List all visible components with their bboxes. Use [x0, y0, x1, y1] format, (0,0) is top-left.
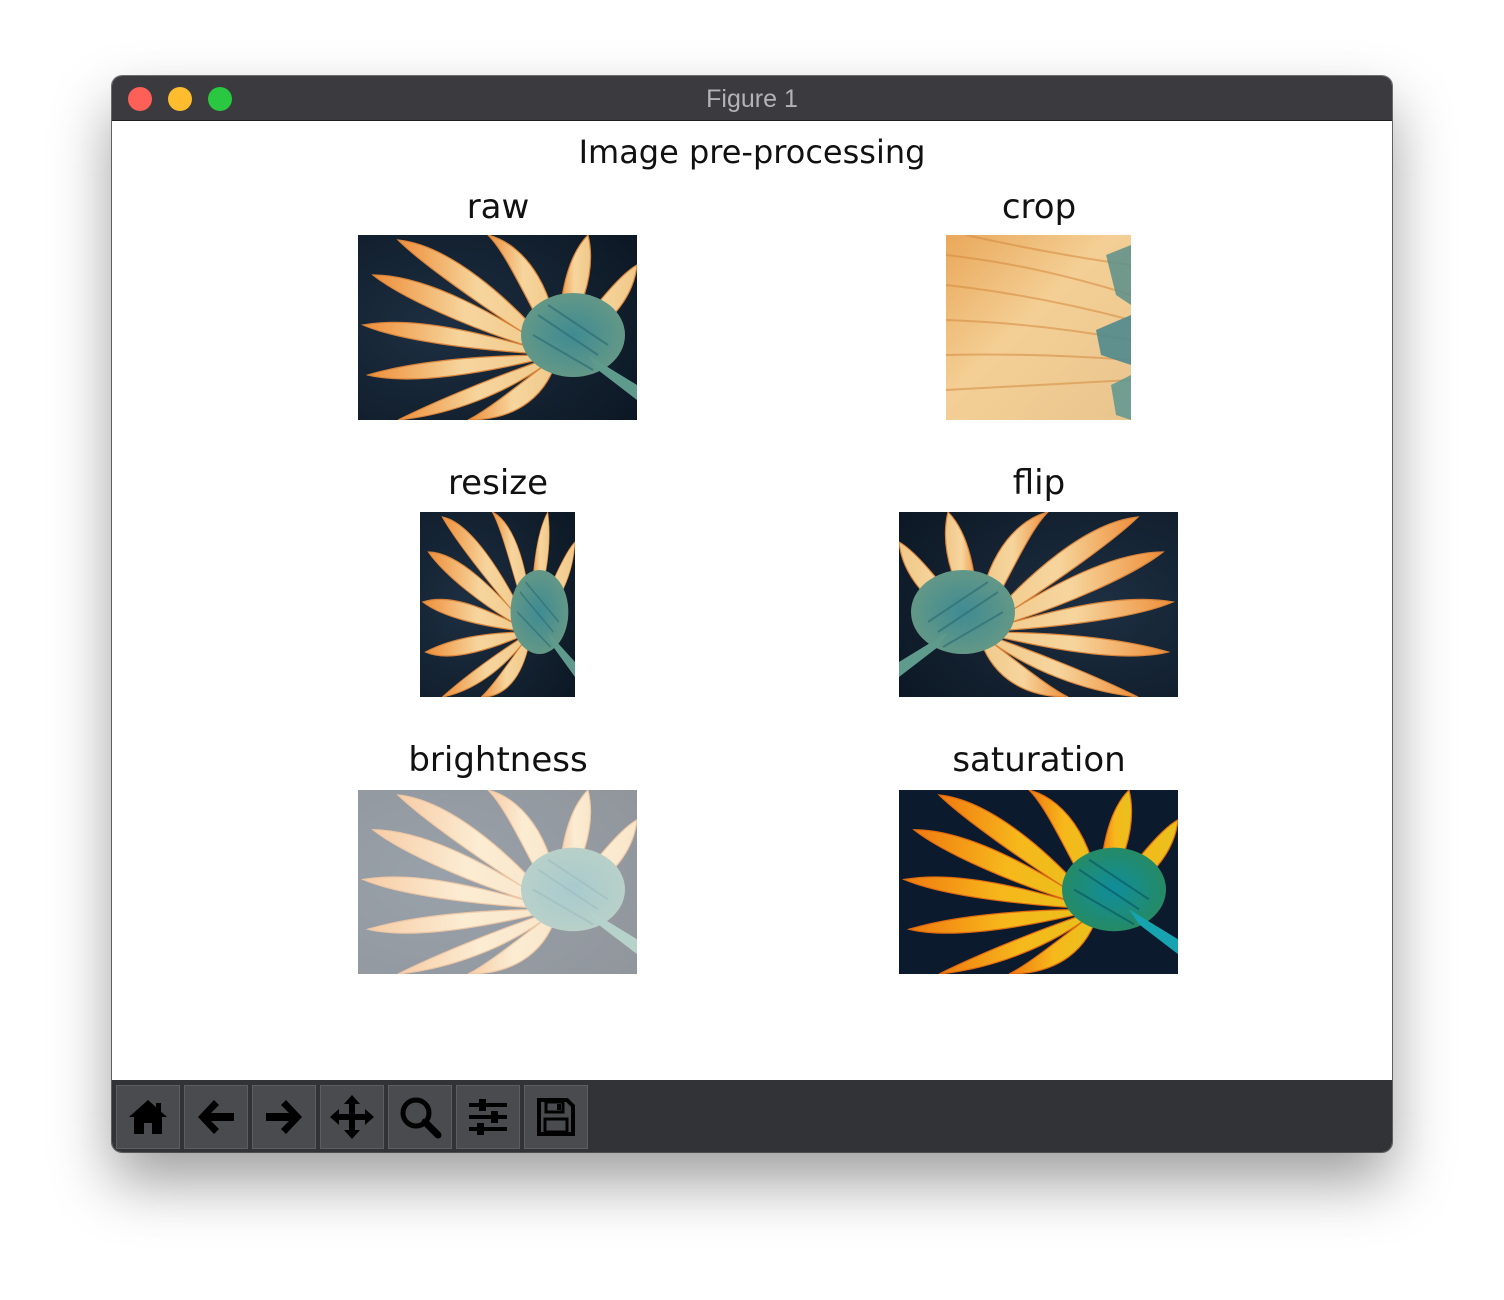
forward-arrow-icon — [266, 1100, 302, 1134]
image-resize — [420, 512, 575, 697]
figure-window: Figure 1 Image pre-processing raw crop r… — [112, 76, 1392, 1152]
zoom-button[interactable] — [388, 1085, 452, 1149]
panel-title-brightness: brightness — [408, 740, 588, 780]
configure-subplots-icon — [469, 1099, 507, 1135]
image-raw — [358, 235, 637, 420]
back-arrow-icon — [198, 1100, 234, 1134]
image-flip — [899, 512, 1178, 697]
figure-canvas[interactable]: Image pre-processing raw crop resize fli… — [112, 121, 1392, 1080]
panel-title-saturation: saturation — [952, 740, 1126, 780]
pan-button[interactable] — [320, 1085, 384, 1149]
image-saturation — [899, 790, 1178, 974]
navigation-toolbar — [112, 1080, 1392, 1152]
save-button[interactable] — [524, 1085, 588, 1149]
configure-subplots-button[interactable] — [456, 1085, 520, 1149]
window-title: Figure 1 — [706, 85, 798, 113]
figure-suptitle: Image pre-processing — [578, 133, 926, 171]
panel-title-crop: crop — [1001, 187, 1077, 227]
forward-button[interactable] — [252, 1085, 316, 1149]
panel-title-resize: resize — [447, 463, 549, 503]
title-bar[interactable]: Figure 1 — [112, 76, 1392, 121]
panel-title-flip: flip — [1012, 463, 1066, 503]
zoom-magnifier-icon — [400, 1097, 442, 1139]
panel-title-raw: raw — [466, 187, 530, 227]
home-icon — [129, 1100, 167, 1134]
back-button[interactable] — [184, 1085, 248, 1149]
image-crop — [946, 235, 1131, 420]
save-disk-icon — [537, 1098, 575, 1136]
pan-move-icon — [330, 1095, 374, 1139]
home-button[interactable] — [116, 1085, 180, 1149]
image-brightness — [358, 790, 637, 974]
